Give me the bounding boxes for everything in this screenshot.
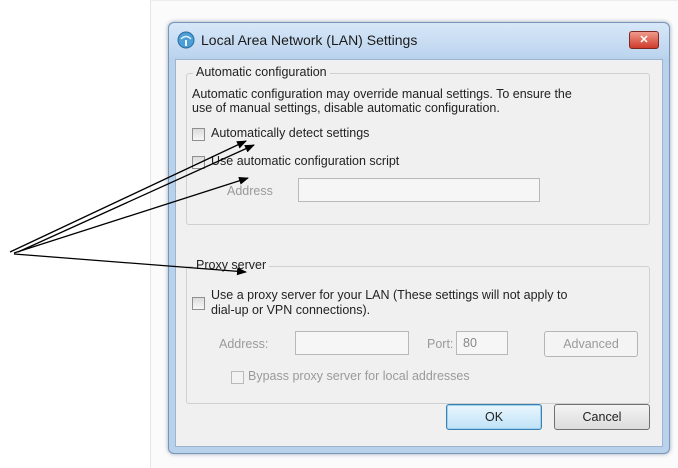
bypass-proxy-local-label[interactable]: Bypass proxy server for local addresses bbox=[248, 369, 470, 383]
automatic-configuration-group: Automatic configuration Automatic config… bbox=[186, 65, 650, 225]
proxy-address-input[interactable] bbox=[295, 331, 409, 355]
use-proxy-server-checkbox[interactable] bbox=[192, 297, 205, 310]
proxy-port-label: Port: bbox=[427, 337, 454, 351]
use-automatic-configuration-script-checkbox[interactable] bbox=[192, 156, 205, 169]
script-address-label: Address bbox=[227, 184, 273, 198]
script-address-input[interactable] bbox=[298, 178, 540, 202]
proxy-address-label: Address: bbox=[219, 337, 269, 351]
network-settings-icon bbox=[177, 31, 195, 49]
automatic-configuration-description: Automatic configuration may override man… bbox=[192, 87, 572, 101]
use-automatic-configuration-script-label[interactable]: Use automatic configuration script bbox=[211, 154, 399, 168]
proxy-server-group: Proxy server Use a proxy server for your… bbox=[186, 258, 650, 404]
cancel-button[interactable]: Cancel bbox=[554, 404, 650, 430]
proxy-port-input[interactable]: 80 bbox=[456, 331, 508, 355]
automatic-configuration-label: Automatic configuration bbox=[193, 65, 330, 79]
automatic-configuration-description-2: use of manual settings, disable automati… bbox=[192, 101, 500, 115]
bypass-proxy-local-checkbox[interactable] bbox=[231, 371, 244, 384]
use-proxy-server-label-2: dial-up or VPN connections). bbox=[211, 303, 371, 317]
proxy-server-label: Proxy server bbox=[193, 258, 270, 272]
lan-settings-dialog: Local Area Network (LAN) Settings Automa… bbox=[168, 22, 670, 454]
advanced-button[interactable]: Advanced bbox=[544, 331, 638, 357]
use-proxy-server-label[interactable]: Use a proxy server for your LAN (These s… bbox=[211, 288, 567, 302]
ok-button[interactable]: OK bbox=[446, 404, 542, 430]
close-icon[interactable] bbox=[629, 31, 659, 49]
automatically-detect-settings-checkbox[interactable] bbox=[192, 128, 205, 141]
dialog-title: Local Area Network (LAN) Settings bbox=[201, 32, 418, 48]
title-bar[interactable]: Local Area Network (LAN) Settings bbox=[169, 23, 669, 57]
automatically-detect-settings-label[interactable]: Automatically detect settings bbox=[211, 126, 369, 140]
dialog-body: Automatic configuration Automatic config… bbox=[175, 59, 663, 447]
